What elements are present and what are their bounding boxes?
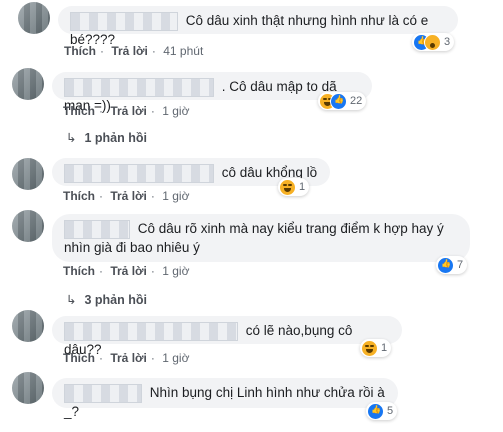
redacted-name	[64, 220, 130, 239]
reaction-summary[interactable]: 22	[318, 92, 367, 110]
reaction-summary[interactable]: 1	[360, 339, 392, 357]
reply-link[interactable]: Trả lời	[110, 351, 147, 365]
like-link[interactable]: Thích	[63, 264, 95, 278]
view-replies-link[interactable]: ↳ 3 phản hồi	[66, 292, 147, 307]
like-reaction-icon	[368, 403, 383, 419]
timestamp[interactable]: 41 phút	[163, 44, 203, 58]
reaction-count: 7	[457, 259, 464, 271]
like-reaction-icon	[438, 257, 453, 273]
timestamp[interactable]: 1 giờ	[162, 189, 189, 203]
comment-actions: Thích · Trả lời · 1 giờ	[63, 351, 190, 365]
comment-actions: Thích · Trả lời · 1 giờ	[63, 104, 190, 118]
reaction-summary[interactable]: 5	[366, 402, 398, 420]
timestamp[interactable]: 1 giờ	[162, 104, 189, 118]
reaction-summary[interactable]: 1	[278, 178, 310, 196]
reply-arrow-icon: ↳	[66, 293, 77, 307]
like-reaction-icon	[331, 93, 346, 109]
replies-count: 1 phản hồi	[84, 131, 147, 145]
avatar[interactable]	[12, 372, 44, 404]
comment-actions: Thích · Trả lời · 41 phút	[64, 44, 204, 58]
reaction-count: 3	[444, 36, 451, 48]
redacted-name	[64, 164, 214, 183]
like-link[interactable]: Thích	[63, 189, 95, 203]
avatar[interactable]	[12, 158, 44, 190]
reply-link[interactable]: Trả lời	[110, 264, 147, 278]
comment-actions: Thích · Trả lời · 1 giờ	[63, 264, 190, 278]
haha-reaction-icon	[362, 340, 377, 356]
redacted-name	[64, 322, 238, 341]
avatar[interactable]	[12, 210, 44, 242]
haha-reaction-icon	[280, 179, 295, 195]
like-link[interactable]: Thích	[63, 351, 95, 365]
reply-arrow-icon: ↳	[66, 131, 77, 145]
reaction-summary[interactable]: 7	[436, 256, 468, 274]
comment-bubble: Nhìn bụng chị Linh hình như chửa rồi à _…	[52, 378, 398, 419]
avatar[interactable]	[12, 310, 44, 342]
reaction-count: 22	[350, 95, 363, 107]
reaction-summary[interactable]: 3	[412, 33, 455, 51]
avatar[interactable]	[18, 2, 50, 34]
redacted-name	[70, 12, 178, 31]
comment-bubble: Cô dâu rõ xinh mà nay kiểu trang điểm k …	[52, 214, 470, 262]
comment-actions: Thích · Trả lời · 1 giờ	[63, 189, 190, 203]
wow-reaction-icon	[425, 34, 440, 50]
reply-link[interactable]: Trả lời	[110, 104, 147, 118]
avatar[interactable]	[12, 68, 44, 100]
timestamp[interactable]: 1 giờ	[162, 264, 189, 278]
replies-count: 3 phản hồi	[84, 293, 147, 307]
reaction-count: 1	[299, 181, 306, 193]
comment-bubble: có lẽ nào,bụng cô dâu??	[52, 316, 402, 357]
reaction-count: 1	[381, 342, 388, 354]
reply-link[interactable]: Trả lời	[111, 44, 148, 58]
reply-link[interactable]: Trả lời	[110, 189, 147, 203]
redacted-name	[64, 78, 214, 97]
redacted-name	[64, 384, 142, 403]
like-link[interactable]: Thích	[63, 104, 95, 118]
reaction-count: 5	[387, 405, 394, 417]
view-replies-link[interactable]: ↳ 1 phản hồi	[66, 130, 147, 145]
timestamp[interactable]: 1 giờ	[162, 351, 189, 365]
comment-bubble: Cô dâu xinh thật nhưng hình như là có e …	[58, 6, 458, 47]
like-link[interactable]: Thích	[64, 44, 96, 58]
